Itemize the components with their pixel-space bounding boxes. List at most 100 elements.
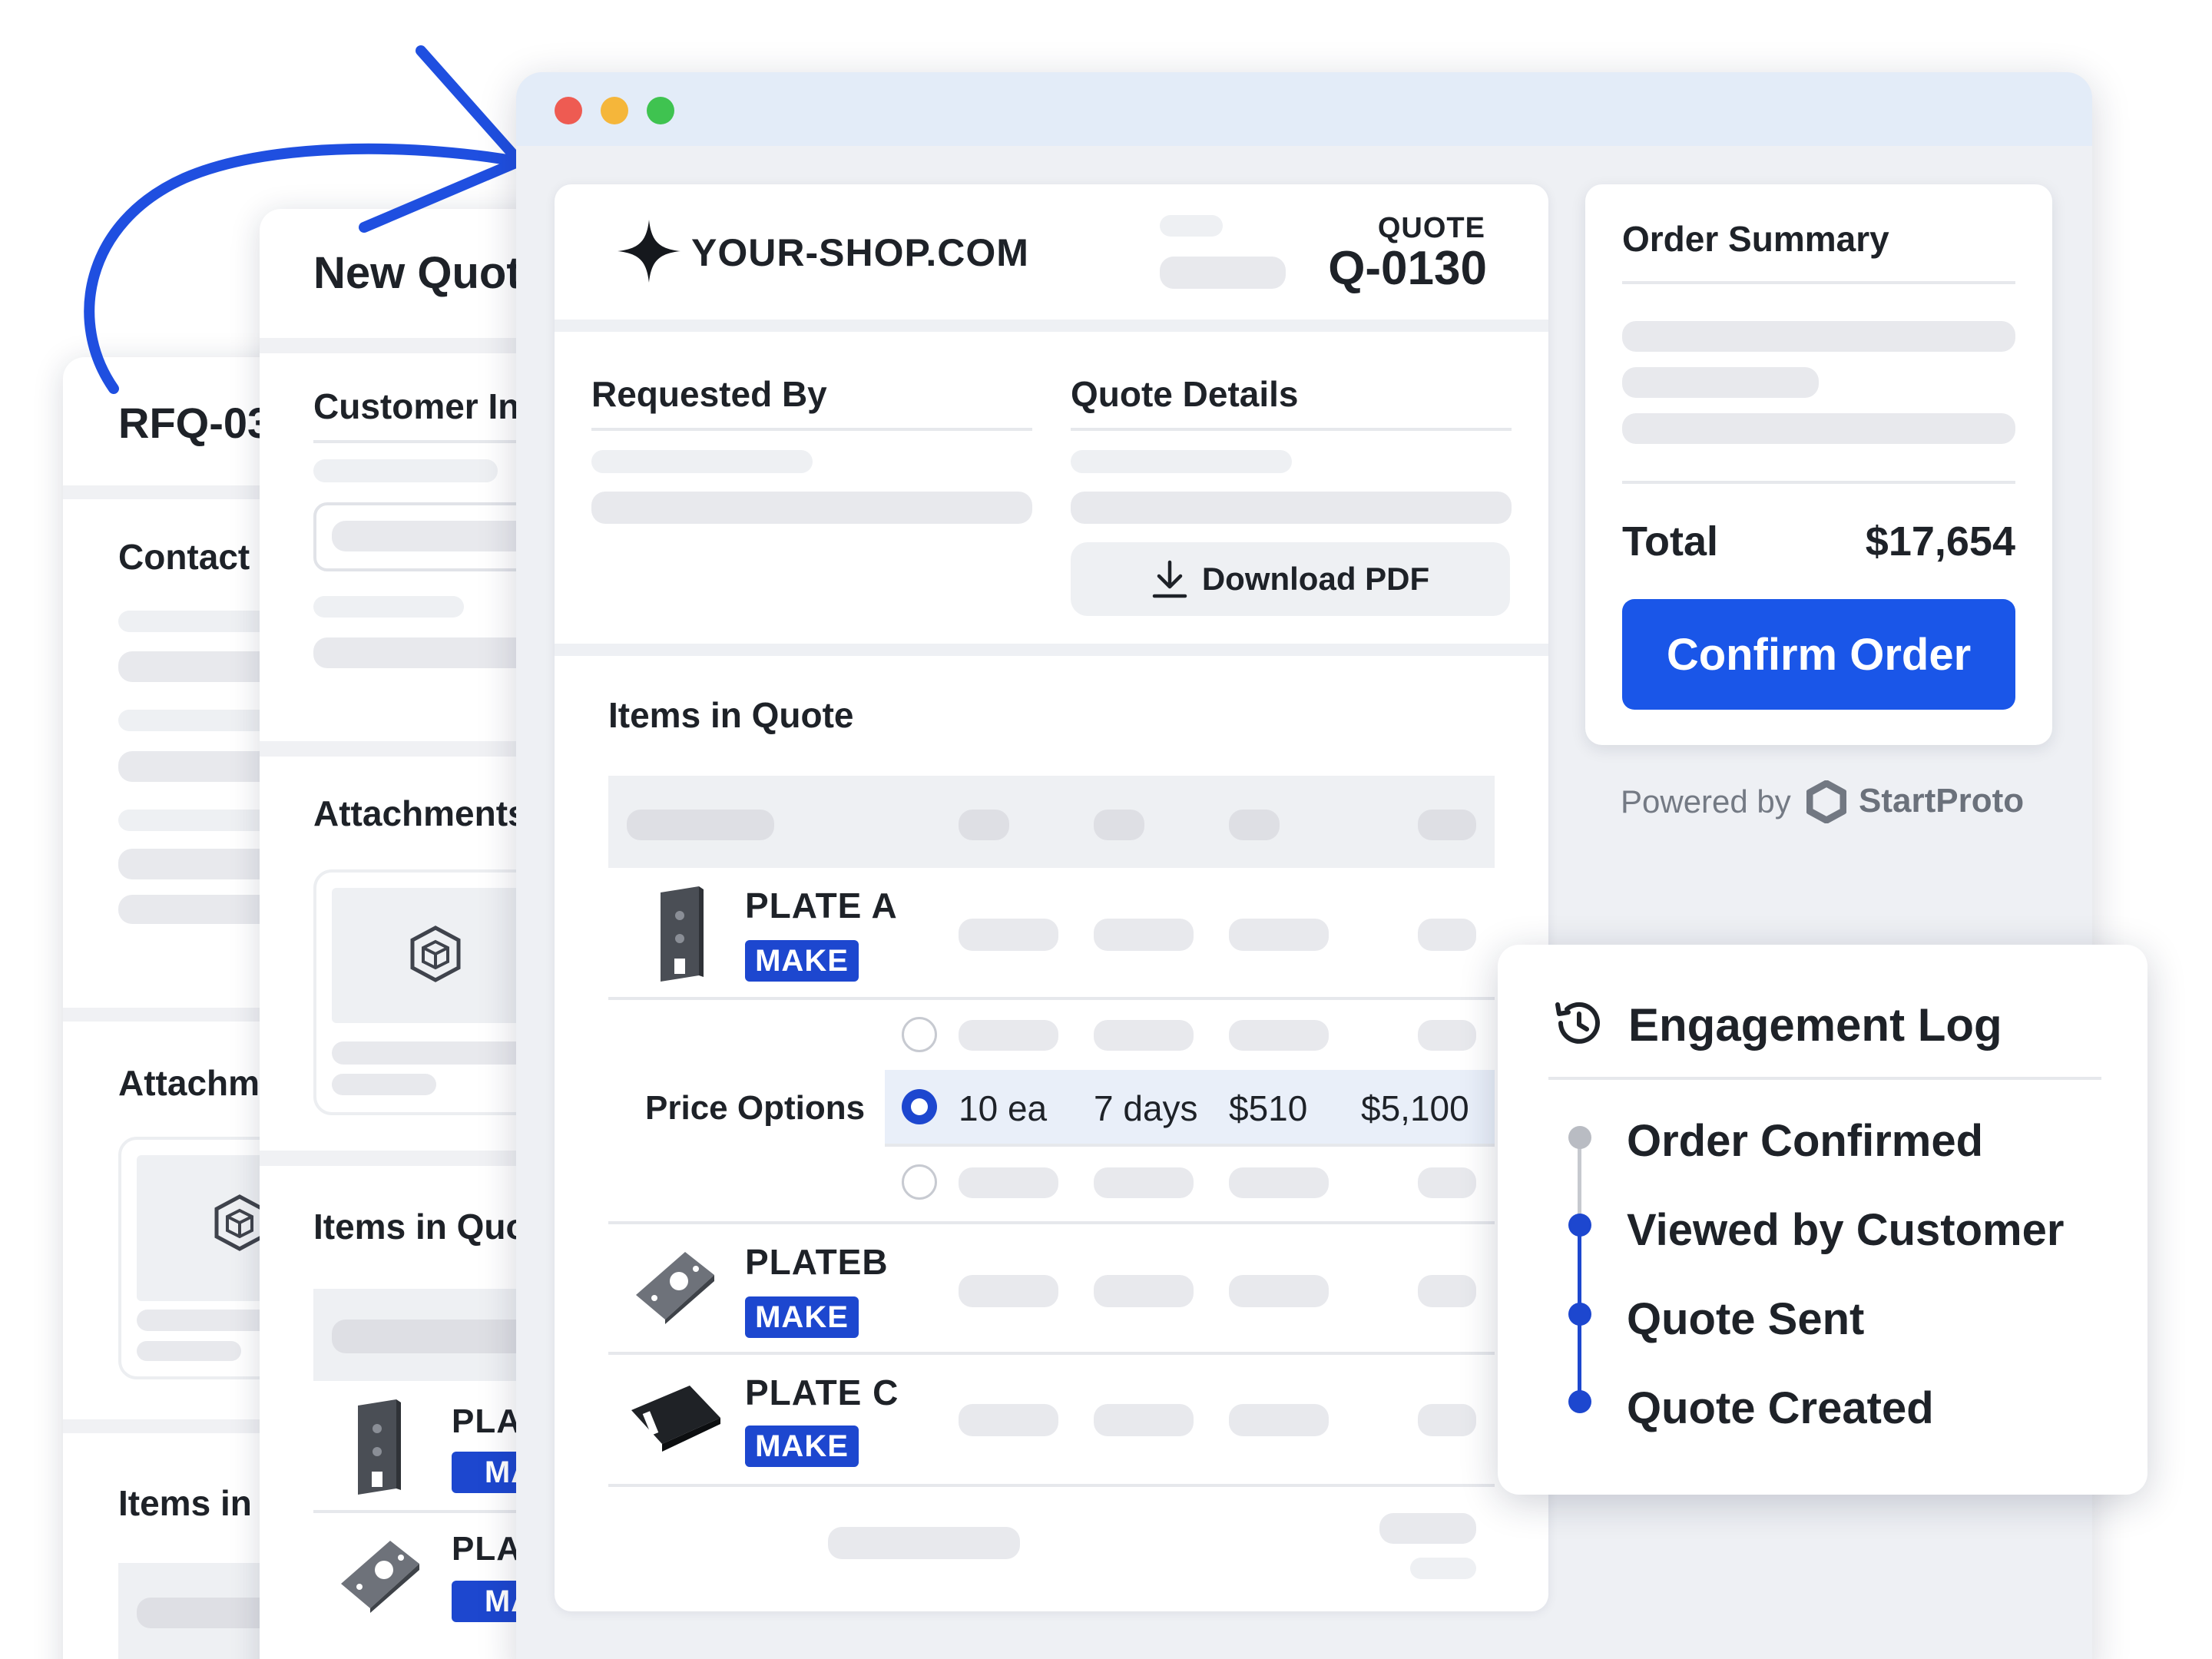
placeholder (1229, 1275, 1329, 1307)
item-name: PLATE A (745, 886, 898, 926)
placeholder (959, 1404, 1058, 1436)
item-tag: MAKE (745, 940, 859, 982)
divider (1622, 281, 2015, 284)
placeholder (959, 1167, 1058, 1198)
placeholder (1418, 1167, 1476, 1198)
timeline-event: Order Confirmed (1627, 1116, 1984, 1166)
placeholder (1094, 1275, 1194, 1307)
timeline-dot (1568, 1214, 1591, 1237)
placeholder (137, 1341, 241, 1361)
column-header (1094, 810, 1144, 840)
item-name: PLA (452, 1530, 522, 1568)
download-pdf-button[interactable]: Download PDF (1071, 542, 1510, 616)
placeholder (1094, 1167, 1194, 1198)
option-quantity: 10 ea (959, 1088, 1048, 1128)
plate-part-icon (352, 1398, 402, 1500)
requested-by-label: Requested By (591, 374, 827, 414)
powered-brand: StartProto (1859, 782, 2025, 820)
items-in-quote-heading: Items in Quote (608, 695, 854, 735)
plate-part-icon (654, 885, 705, 987)
plate-part-icon (336, 1536, 422, 1617)
placeholder (1094, 1404, 1194, 1436)
confirm-order-button[interactable]: Confirm Order (1622, 599, 2015, 710)
order-summary-card: Order Summary Total $17,654 Confirm Orde… (1585, 184, 2052, 745)
option-unit-price: $510 (1229, 1088, 1308, 1128)
plate-part-icon (631, 1247, 717, 1328)
placeholder (1229, 1404, 1329, 1436)
timeline-event: Quote Created (1627, 1383, 1934, 1433)
divider (591, 428, 1032, 431)
placeholder (1160, 215, 1223, 237)
placeholder (1622, 367, 1819, 398)
quote-card: YOUR-SHOP.COM QUOTE Q-0130 Requested By … (555, 184, 1548, 1611)
total-value: $17,654 (1865, 518, 2015, 565)
divider (1071, 428, 1512, 431)
table-row[interactable]: PLATE C MAKE (608, 1355, 1495, 1484)
powered-by-label: Powered by (1621, 783, 1791, 820)
column-header (1229, 810, 1280, 840)
total-label: Total (1622, 518, 1718, 565)
plate-part-icon (628, 1382, 724, 1457)
placeholder (313, 596, 464, 618)
order-summary-title: Order Summary (1622, 219, 1889, 259)
download-pdf-label: Download PDF (1201, 561, 1430, 597)
placeholder (1094, 1020, 1194, 1051)
timeline-event: Viewed by Customer (1627, 1205, 2065, 1255)
divider (608, 1484, 1495, 1487)
placeholder (1229, 1020, 1329, 1051)
brand-name: YOUR-SHOP.COM (691, 231, 1029, 274)
price-option-radio-selected[interactable] (902, 1089, 937, 1124)
placeholder (313, 459, 498, 482)
arrow-annotation-icon (84, 45, 525, 394)
divider (608, 997, 1495, 1000)
placeholder (828, 1527, 1020, 1559)
price-options-label: Price Options (645, 1089, 866, 1127)
divider (1548, 1077, 2101, 1080)
placeholder (959, 919, 1058, 951)
quote-label: QUOTE (1377, 212, 1485, 244)
placeholder (1071, 450, 1292, 473)
divider (1622, 481, 2015, 484)
item-name: PLA (452, 1402, 522, 1440)
minimize-dot[interactable] (601, 97, 628, 124)
item-tag: MAKE (745, 1296, 859, 1338)
window-title-bar (516, 72, 2092, 146)
table-row[interactable]: PLATE A MAKE (608, 868, 1495, 997)
download-icon (1151, 559, 1188, 599)
quote-number: Q-0130 (1328, 242, 1487, 295)
placeholder (959, 1020, 1058, 1051)
divider (555, 320, 1548, 332)
placeholder (1229, 1167, 1329, 1198)
history-icon (1550, 995, 1605, 1055)
placeholder (1622, 321, 2015, 352)
placeholder (332, 1074, 436, 1095)
price-option-radio[interactable] (902, 1017, 937, 1052)
cube-icon (405, 923, 466, 988)
confirm-order-label: Confirm Order (1666, 629, 1972, 680)
timeline-event: Quote Sent (1627, 1294, 1865, 1344)
placeholder (1379, 1513, 1476, 1544)
placeholder (1160, 257, 1286, 289)
attachments-label: Attachments (313, 793, 528, 833)
placeholder (959, 1275, 1058, 1307)
contact-label: Contact (118, 537, 250, 577)
sparkle-logo-icon (616, 218, 682, 288)
price-option-radio[interactable] (902, 1164, 937, 1200)
table-row[interactable]: PLATEB MAKE (608, 1224, 1495, 1353)
placeholder (1410, 1558, 1476, 1579)
engagement-log-title: Engagement Log (1628, 999, 2002, 1051)
engagement-log-card: Engagement Log Order Confirmed Viewed by… (1498, 945, 2147, 1495)
maximize-dot[interactable] (647, 97, 674, 124)
hexagon-logo-icon (1806, 780, 1847, 827)
timeline-dot-muted (1568, 1126, 1591, 1149)
close-dot[interactable] (555, 97, 582, 124)
placeholder (1622, 413, 2015, 444)
placeholder (1094, 919, 1194, 951)
timeline-dot (1568, 1303, 1591, 1326)
option-lead-time: 7 days (1094, 1088, 1198, 1128)
column-header (627, 810, 774, 840)
placeholder (1071, 492, 1512, 524)
column-header (1418, 810, 1476, 840)
attachments-label: Attachm (118, 1063, 260, 1103)
placeholder (1229, 919, 1329, 951)
